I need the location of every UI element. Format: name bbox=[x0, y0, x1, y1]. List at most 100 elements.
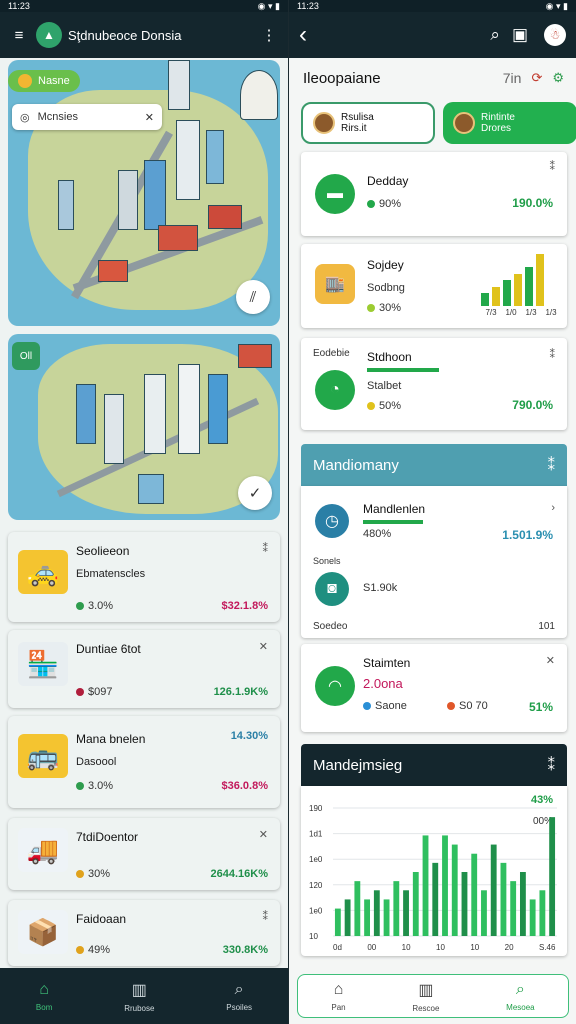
card-value: 2644.16K% bbox=[210, 868, 269, 880]
status-icons: ◉ ▾ ▮ bbox=[257, 0, 280, 11]
share-icon[interactable]: ⁑ bbox=[263, 542, 269, 555]
more-options-icon[interactable]: ⋮ bbox=[258, 26, 280, 44]
card-value: 1.501.9% bbox=[502, 528, 553, 542]
card-percent: 3.0% bbox=[76, 780, 113, 792]
status-time: 11:23 bbox=[297, 1, 319, 11]
nav-label: Rrubose bbox=[124, 1003, 155, 1013]
close-icon[interactable]: ✕ bbox=[259, 828, 268, 841]
package-icon: 📦 bbox=[18, 910, 68, 954]
map-confirm-button[interactable]: ✓ bbox=[238, 476, 272, 510]
card-value: 790.0% bbox=[512, 398, 553, 412]
stat-card[interactable]: 🏬 Sojdey Sodbng 30% 7/3 1/0 1/3 1/3 bbox=[301, 244, 567, 328]
card-percent-value: 30% bbox=[379, 302, 402, 314]
card-value: 330.8K% bbox=[222, 944, 268, 956]
share-icon[interactable]: ⁑ bbox=[550, 160, 556, 173]
legend-dot-icon bbox=[363, 702, 371, 710]
card-value: $36.0.8% bbox=[221, 780, 268, 792]
search-icon: ◎ bbox=[20, 111, 30, 124]
menu-icon[interactable]: ≡ bbox=[8, 27, 30, 44]
share-icon[interactable]: ⁑ bbox=[548, 756, 556, 774]
chart-bar bbox=[334, 908, 341, 936]
nav-item-home[interactable]: ⌂ Bom bbox=[36, 981, 52, 1012]
share-icon[interactable]: ⁑ bbox=[548, 456, 556, 474]
card-value: 51% bbox=[528, 700, 553, 714]
list-item[interactable]: 📦 Faidoaan 49% ⁑ 330.8K% bbox=[8, 900, 280, 966]
settings-icon[interactable]: ⚙ bbox=[552, 70, 564, 86]
chart-bar bbox=[354, 881, 361, 936]
nav-item-browse[interactable]: ▥ Rrubose bbox=[124, 980, 154, 1013]
city-map-1[interactable]: Nasne ◎ Mcnsies ✕ ⫽ bbox=[8, 60, 280, 326]
map-building bbox=[158, 225, 198, 251]
filter-pill-1[interactable]: Rsulisa Rirs.it bbox=[301, 102, 435, 144]
axis-tick: 1/0 bbox=[505, 308, 517, 317]
status-dot-icon bbox=[76, 688, 84, 696]
nav-label: Rescoe bbox=[412, 1003, 440, 1013]
chart-bar bbox=[412, 872, 419, 936]
list-item[interactable]: 🚕 Seolieeon Ebmatenscles 3.0% ⁑ $32.1.8% bbox=[8, 532, 280, 622]
card-percent-value: 480% bbox=[363, 528, 392, 540]
status-dot-icon bbox=[76, 782, 84, 790]
x-tick-label: 10 bbox=[470, 943, 479, 952]
nav-item-search[interactable]: ⌕ Psoiles bbox=[226, 981, 252, 1012]
map-tool-button[interactable]: ⫽ bbox=[236, 280, 270, 314]
share-icon[interactable]: ⁑ bbox=[263, 910, 269, 923]
close-icon[interactable]: ✕ bbox=[259, 640, 268, 653]
back-icon[interactable]: ‹ bbox=[299, 21, 307, 49]
status-bar: 11:23 ◉ ▾ ▮ bbox=[289, 0, 576, 12]
nav-item-search[interactable]: ⌕ Mesoea bbox=[506, 981, 534, 1012]
list-item[interactable]: 🏪 Duntiae 6tot $097 ✕ 126.1.9K% bbox=[8, 630, 280, 708]
wrench-icon[interactable]: ✕ bbox=[145, 111, 154, 124]
vehicle-icon: ◙ bbox=[315, 572, 349, 606]
status-dot-icon bbox=[76, 946, 84, 954]
legend-label: S0 70 bbox=[459, 700, 488, 712]
close-icon[interactable]: ✕ bbox=[546, 654, 555, 667]
chart-bar bbox=[490, 844, 497, 936]
card-side-label: Sonels bbox=[313, 556, 341, 566]
location-chip[interactable]: Nasne bbox=[8, 70, 80, 92]
bookmark-icon[interactable]: ▣ bbox=[512, 25, 528, 45]
card-value: 190.0% bbox=[512, 196, 553, 210]
nav-item-resources[interactable]: ▥ Rescoe bbox=[412, 980, 439, 1013]
status-bar: 11:23 ◉ ▾ ▮ bbox=[0, 0, 288, 12]
map-layer-badge[interactable]: Oll bbox=[12, 342, 40, 370]
chart-bar bbox=[383, 899, 390, 936]
filter-pill-2[interactable]: Rintinte Drores bbox=[443, 102, 576, 144]
stat-card[interactable]: ◠ Staimten 2.0ona Saone S0 70 ✕ 51% bbox=[301, 644, 567, 732]
legend-label: Saone bbox=[375, 700, 407, 712]
section-body: ◷ Mandlenlen 480% › 1.501.9% Sonels ◙ S1… bbox=[301, 486, 567, 638]
search-icon[interactable]: ⌕ bbox=[490, 25, 500, 45]
mini-bar bbox=[525, 267, 533, 306]
card-title: Faidoaan bbox=[76, 912, 127, 926]
app-logo: ▲ bbox=[36, 22, 62, 48]
nav-item-plan[interactable]: ⌂ Pan bbox=[331, 981, 345, 1012]
profile-icon[interactable]: ☃ bbox=[544, 24, 566, 46]
stat-card[interactable]: Eodebie ◔ Stdhoon Stalbet 50% ⁑ 790.0% bbox=[301, 338, 567, 430]
search-icon: ⌕ bbox=[234, 980, 244, 998]
map-search-input[interactable]: ◎ Mcnsies ✕ bbox=[12, 104, 162, 130]
card-percent-value: 30% bbox=[88, 868, 111, 880]
legend-item: S0 70 bbox=[447, 700, 488, 712]
mini-bar bbox=[481, 293, 489, 306]
chart-bar bbox=[442, 835, 448, 936]
bottom-navigation: ⌂ Pan ▥ Rescoe ⌕ Mesoea bbox=[289, 968, 576, 1024]
pill-line-2: Rirs.it bbox=[341, 123, 367, 134]
list-item[interactable]: 🚌 Mana bnelen Dasoool 3.0% 14.30% $36.0.… bbox=[8, 716, 280, 808]
card-title: Dedday bbox=[367, 174, 409, 188]
legend-dot-icon bbox=[447, 702, 455, 710]
map-building bbox=[144, 160, 166, 230]
city-map-2[interactable]: Oll ✓ bbox=[8, 334, 280, 520]
card-title: Mana bnelen bbox=[76, 732, 146, 746]
mini-bar bbox=[503, 280, 511, 306]
stat-card[interactable]: ▬ Dedday 90% ⁑ 190.0% bbox=[301, 152, 567, 236]
list-item[interactable]: 🚚 7tdiDoentor 30% ✕ 2644.16K% bbox=[8, 818, 280, 890]
axis-tick: 1/3 bbox=[525, 308, 537, 317]
card-value: 126.1.9K% bbox=[213, 686, 268, 698]
y-tick-label: 1e0 bbox=[309, 855, 323, 864]
share-icon[interactable]: ⁑ bbox=[550, 348, 556, 361]
chart-bar bbox=[539, 890, 546, 936]
refresh-icon[interactable]: ⟳ bbox=[531, 70, 542, 86]
status-dot-icon bbox=[76, 870, 84, 878]
open-icon[interactable]: › bbox=[551, 502, 555, 514]
page-title-side: 7in bbox=[502, 70, 522, 86]
card-value: $32.1.8% bbox=[221, 600, 268, 612]
